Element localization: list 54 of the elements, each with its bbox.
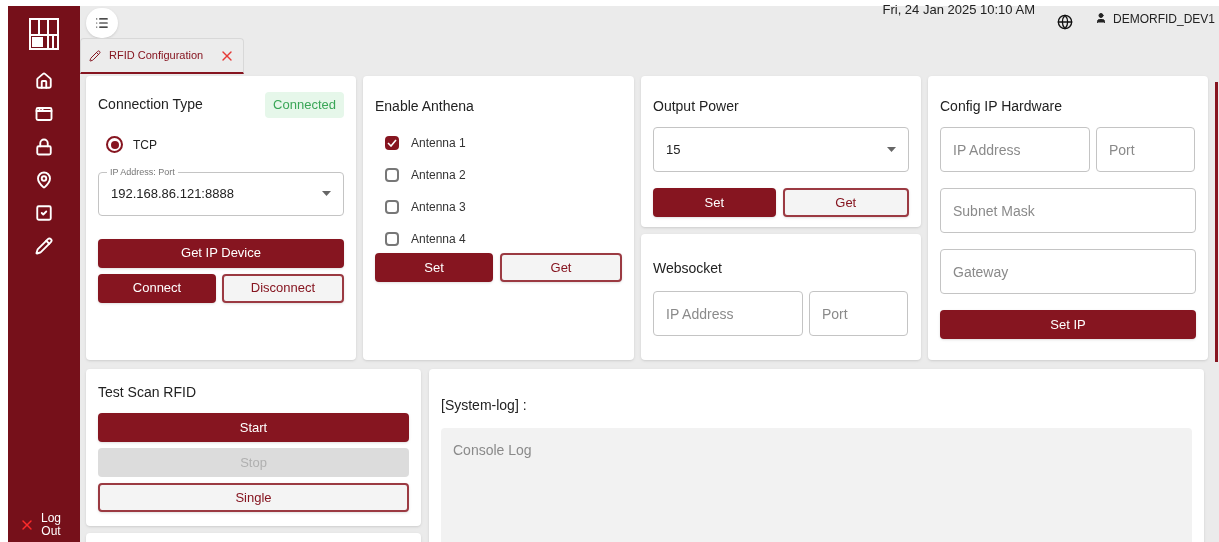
date-time: Fri, 24 Jan 2025 10:10 AM — [882, 1, 1035, 19]
home-icon[interactable] — [35, 72, 53, 90]
power-select[interactable]: 15 — [653, 127, 909, 172]
console-log[interactable]: Console Log — [441, 428, 1192, 542]
checkbox-label: Antenna 3 — [411, 199, 466, 216]
radio-label: TCP — [133, 136, 157, 154]
card-title: [System-log] : — [441, 396, 528, 415]
logo-icon — [29, 18, 59, 50]
action-button[interactable]: Set IP — [940, 310, 1196, 339]
checkbox-label: Antenna 4 — [411, 231, 466, 248]
action-button[interactable]: Connect — [98, 273, 216, 303]
window-icon[interactable] — [35, 105, 53, 123]
action-button[interactable]: Single — [98, 483, 409, 512]
input-field[interactable]: IP Address — [653, 291, 803, 336]
card-title: Connection Type — [98, 95, 203, 115]
input-field[interactable]: Gateway — [940, 249, 1196, 294]
action-button[interactable]: Disconnect — [222, 273, 344, 303]
input-field[interactable]: IP Address — [940, 127, 1090, 172]
card-title: Output Power — [653, 97, 740, 116]
checkbox-label: Antenna 2 — [411, 167, 466, 184]
checkbox[interactable] — [385, 232, 399, 246]
input-field[interactable]: Port — [1096, 127, 1195, 172]
action-button[interactable]: Get — [782, 188, 909, 217]
action-button[interactable]: Set — [375, 253, 493, 282]
tab[interactable]: RFID Configuration — [80, 38, 245, 74]
status-badge: Connected — [265, 92, 344, 118]
action-button[interactable]: Set — [653, 188, 776, 217]
menu-icon — [95, 16, 109, 30]
checkbox[interactable] — [385, 168, 399, 182]
card-title: Test Scan RFID — [98, 383, 198, 402]
user-name: DEMORFID_DEV1 — [1112, 11, 1215, 28]
globe-icon[interactable] — [1056, 14, 1073, 30]
action-button[interactable]: Get IP Device — [98, 238, 344, 268]
card-title: Websocket — [653, 259, 723, 278]
lock-icon[interactable] — [35, 138, 53, 156]
logout-button[interactable]: Log Out — [19, 512, 63, 538]
caret-icon — [322, 191, 331, 196]
pin-icon[interactable] — [35, 171, 53, 189]
checkbox[interactable] — [385, 136, 399, 150]
checkbox[interactable] — [385, 200, 399, 214]
user-icon — [1094, 12, 1107, 24]
pencil-icon[interactable] — [35, 237, 53, 255]
action-button[interactable]: Get — [500, 253, 622, 282]
radio-button[interactable] — [106, 136, 123, 153]
card-title: Config IP Hardware — [940, 97, 1063, 116]
input-field[interactable]: Port — [809, 291, 908, 336]
card-title: Enable Anthena — [375, 97, 475, 116]
caret-icon — [887, 147, 896, 152]
checkbox-label: Antenna 1 — [411, 135, 466, 152]
input-field[interactable]: Subnet Mask — [940, 188, 1196, 233]
action-button[interactable]: Start — [98, 413, 409, 442]
pencil-icon — [89, 49, 101, 62]
check-icon[interactable] — [35, 204, 53, 222]
menu-button[interactable] — [86, 8, 118, 38]
